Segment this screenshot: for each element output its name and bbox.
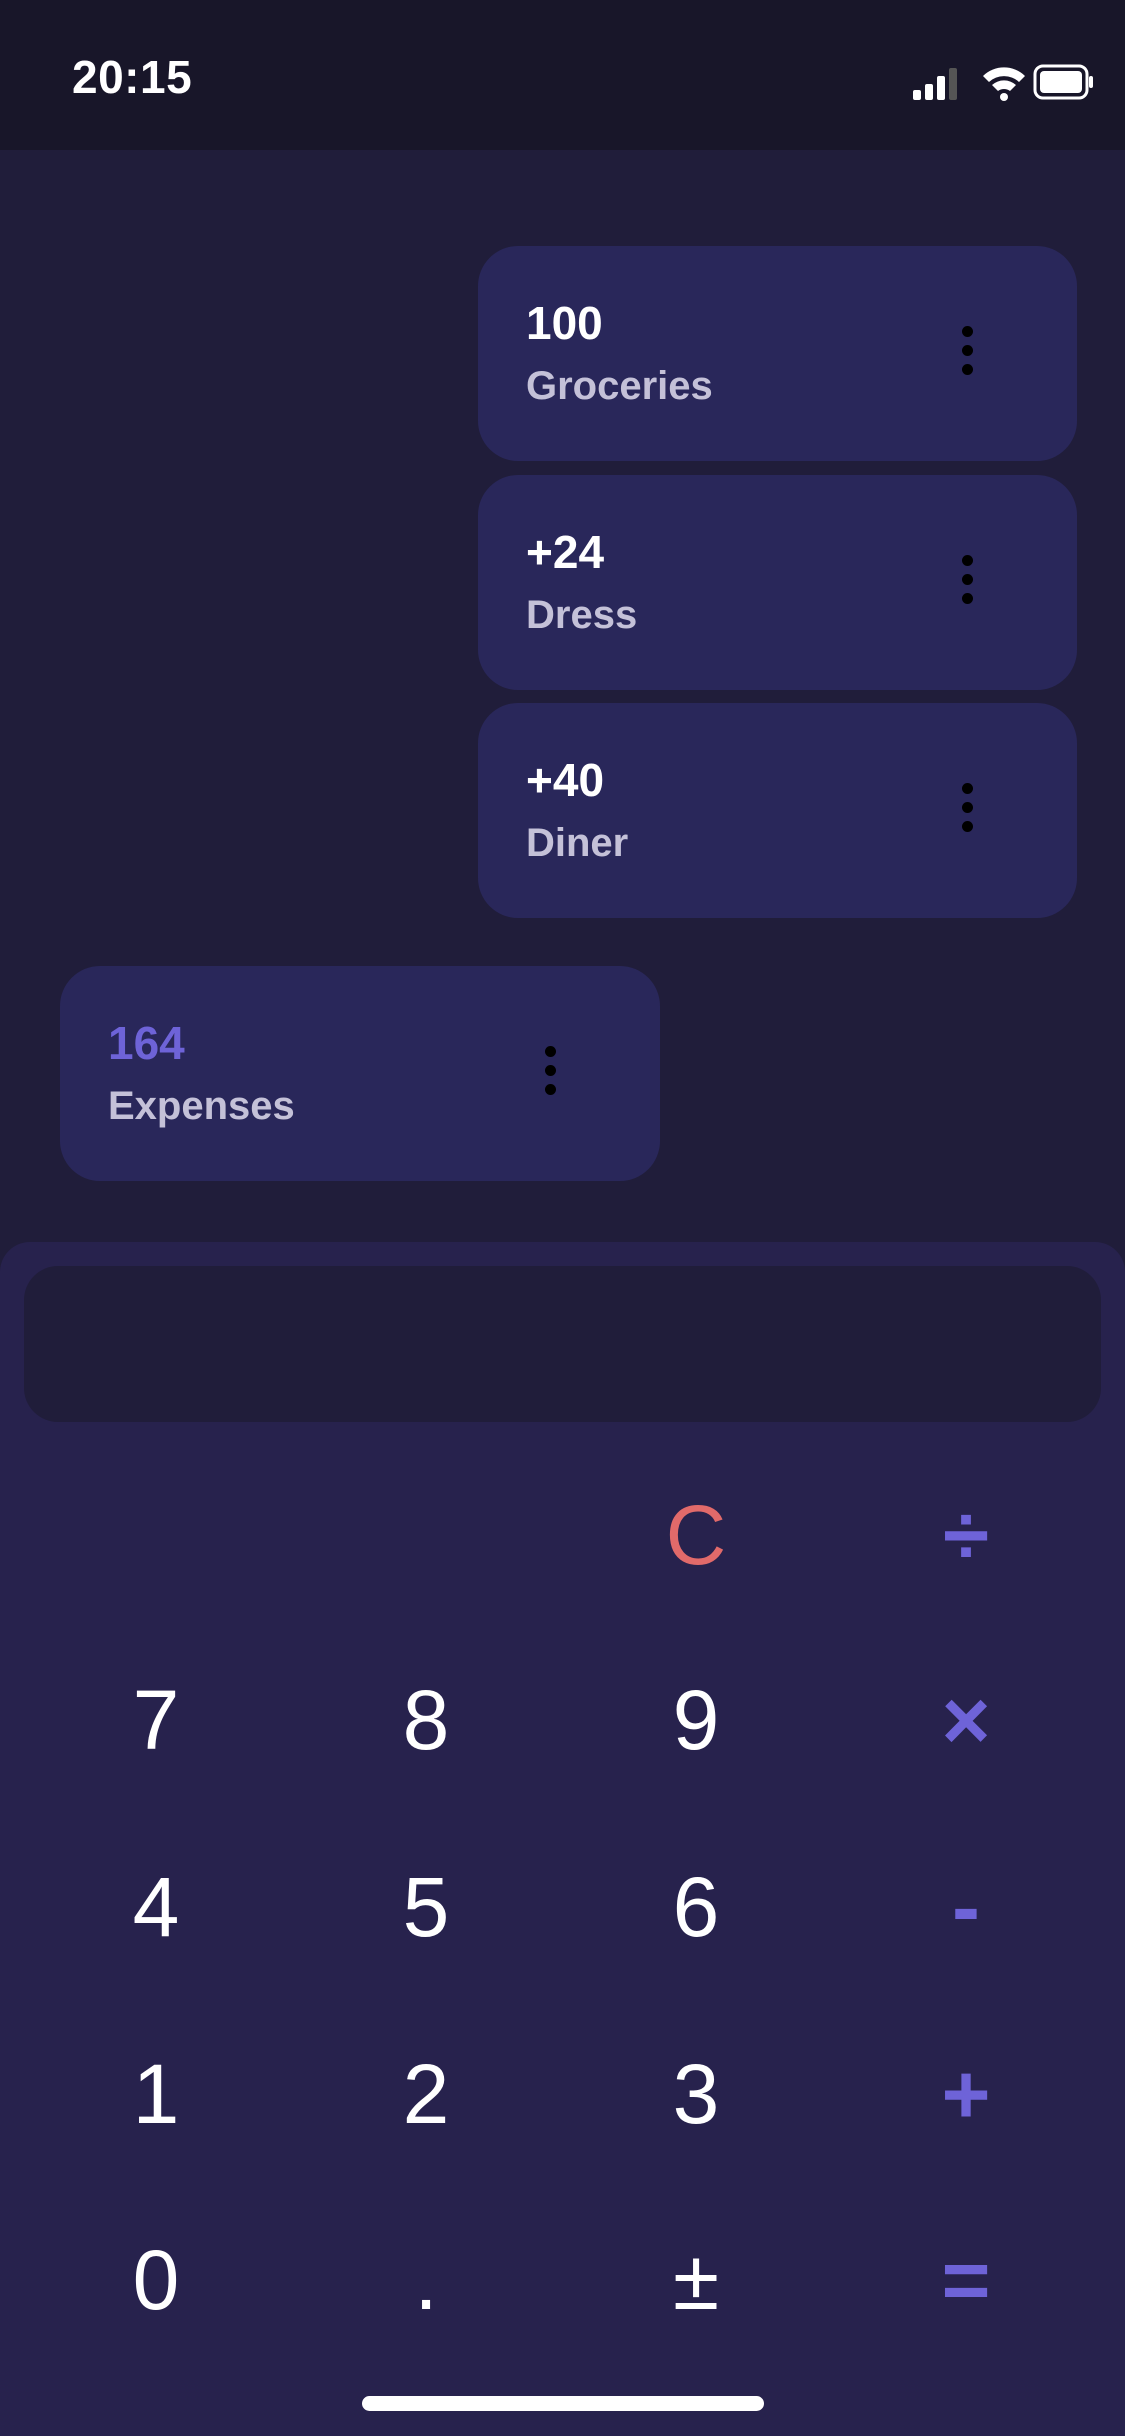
minus-button[interactable]: -	[866, 1832, 1066, 1982]
status-bar: 20:15	[0, 0, 1125, 150]
status-time: 20:15	[72, 51, 193, 103]
expense-amount: +24	[526, 526, 605, 578]
key-9[interactable]: 9	[596, 1645, 796, 1795]
divide-button[interactable]: ÷	[866, 1460, 1066, 1610]
key-6[interactable]: 6	[596, 1832, 796, 1982]
cellular-signal-icon	[913, 68, 957, 100]
key-5[interactable]: 5	[326, 1832, 526, 1982]
expense-card[interactable]: 100 Groceries	[478, 246, 1077, 461]
more-vertical-icon[interactable]	[540, 1046, 560, 1102]
expense-amount: 100	[526, 297, 603, 349]
total-card[interactable]: 164 Expenses	[60, 966, 660, 1181]
keypad-panel: C ÷ 7 8 9 × 4 5 6 - 1 2 3 + 0 . ± =	[0, 1242, 1125, 2436]
plus-button[interactable]: +	[866, 2019, 1066, 2169]
total-label: Expenses	[108, 1084, 295, 1128]
expense-label: Dress	[526, 593, 638, 637]
expense-card[interactable]: +40 Diner	[478, 703, 1077, 918]
decimal-button[interactable]: .	[326, 2205, 526, 2355]
key-4[interactable]: 4	[56, 1832, 256, 1982]
home-indicator[interactable]	[362, 2396, 764, 2411]
status-icons	[913, 64, 1093, 101]
battery-icon	[1033, 64, 1093, 100]
multiply-button[interactable]: ×	[866, 1645, 1066, 1795]
more-vertical-icon[interactable]	[957, 326, 977, 382]
key-0[interactable]: 0	[56, 2205, 256, 2355]
expense-card[interactable]: +24 Dress	[478, 475, 1077, 690]
expense-label: Diner	[526, 821, 629, 865]
wifi-icon	[983, 67, 1025, 101]
key-1[interactable]: 1	[56, 2019, 256, 2169]
equals-button[interactable]: =	[866, 2205, 1066, 2355]
key-2[interactable]: 2	[326, 2019, 526, 2169]
more-vertical-icon[interactable]	[957, 783, 977, 839]
plus-minus-button[interactable]: ±	[596, 2205, 796, 2355]
key-3[interactable]: 3	[596, 2019, 796, 2169]
key-8[interactable]: 8	[326, 1645, 526, 1795]
more-vertical-icon[interactable]	[957, 555, 977, 611]
clear-button[interactable]: C	[596, 1460, 796, 1610]
key-7[interactable]: 7	[56, 1645, 256, 1795]
expense-label: Groceries	[526, 364, 713, 408]
expense-amount: +40	[526, 754, 605, 806]
total-amount: 164	[108, 1017, 185, 1069]
calculator-display	[24, 1266, 1101, 1422]
